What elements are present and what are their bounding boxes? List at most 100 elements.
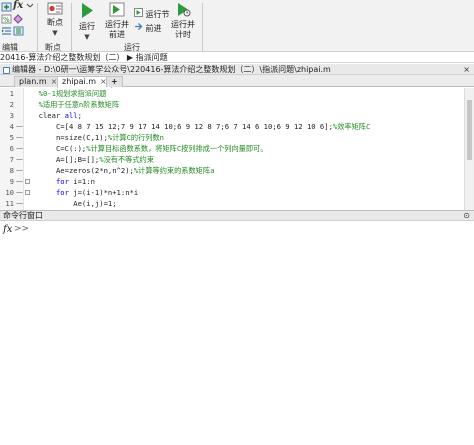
advance-label: 前进 bbox=[145, 24, 162, 33]
breakpoint-marker[interactable]: — bbox=[16, 165, 23, 176]
code-keyword: for bbox=[55, 177, 69, 186]
breakpoint-marker[interactable]: — bbox=[16, 121, 23, 132]
command-window-title: 命令行窗口 bbox=[3, 211, 43, 220]
code-comment: %效率矩阵C bbox=[332, 122, 371, 131]
panel-menu-icon[interactable]: ⊙ bbox=[463, 211, 470, 221]
insert-icon[interactable] bbox=[1, 2, 12, 12]
code-comment: %计算目标函数系数，将矩阵C按列排成一个列向量即可。 bbox=[86, 144, 268, 153]
command-window[interactable]: fx >> bbox=[0, 221, 474, 445]
code-line[interactable]: Ae(i,j)=1; bbox=[30, 198, 117, 209]
tab-label: zhipai.m bbox=[62, 77, 97, 86]
code-text: j=(i-1)*n+1:n*i bbox=[68, 188, 139, 197]
fx-prompt-icon[interactable]: fx bbox=[3, 224, 12, 235]
breakpoint-marker[interactable]: — bbox=[16, 176, 23, 187]
panel-close-icon[interactable]: × bbox=[463, 64, 470, 74]
line-number: 2 bbox=[9, 100, 14, 109]
code-comment: %计算等约束的系数矩阵a bbox=[133, 166, 215, 175]
line-number: 6 bbox=[9, 144, 14, 153]
code-text: n=size(C,1); bbox=[30, 133, 108, 142]
ribbon-separator bbox=[37, 3, 38, 51]
tab-label: plan.m bbox=[19, 77, 47, 86]
code-line[interactable]: for i=1:n bbox=[30, 176, 95, 187]
run-label: 运行 bbox=[79, 22, 95, 31]
run-and-advance-button[interactable]: 运行并 前进 bbox=[104, 2, 130, 40]
fx-icon[interactable]: fx bbox=[13, 0, 24, 11]
ribbon-separator bbox=[71, 3, 72, 51]
indent-icon[interactable] bbox=[1, 26, 12, 36]
breakpoint-marker[interactable]: — bbox=[16, 132, 23, 143]
code-comment: %计算C的行列数n bbox=[107, 133, 164, 142]
code-line[interactable]: C=C(:);%计算目标函数系数，将矩阵C按列排成一个列向量即可。 bbox=[30, 143, 267, 154]
advance-icon bbox=[135, 23, 143, 30]
code-text: Ae=zeros(2*n,n^2); bbox=[30, 166, 134, 175]
code-line[interactable]: %0-1规划求指派问题 bbox=[30, 88, 107, 99]
code-line[interactable]: for j=(i-1)*n+1:n*i bbox=[30, 187, 138, 198]
tab-zhipai-m[interactable]: zhipai.m × bbox=[57, 76, 112, 88]
breakpoint-marker[interactable]: — bbox=[16, 143, 23, 154]
run-advance-icon bbox=[109, 2, 125, 17]
comment-icon[interactable]: % bbox=[1, 14, 12, 24]
scrollbar-thumb[interactable] bbox=[467, 100, 472, 160]
run-button[interactable]: 运行 ▼ bbox=[76, 2, 98, 42]
code-area[interactable]: %0-1规划求指派问题 %适用于任意n阶系数矩阵 clear all; C=[4… bbox=[30, 88, 454, 210]
chevron-down-icon: ▼ bbox=[52, 29, 58, 37]
code-comment: %适用于任意n阶系数矩阵 bbox=[30, 100, 120, 109]
breakpoint-marker[interactable]: — bbox=[16, 198, 23, 209]
code-line[interactable]: A=[];B=[];%没有不等式约束 bbox=[30, 154, 154, 165]
code-text: i=1:n bbox=[68, 177, 95, 186]
breakpoint-marker[interactable]: — bbox=[16, 187, 23, 198]
code-keyword: all bbox=[64, 111, 78, 120]
code-text: clear bbox=[30, 111, 65, 120]
breadcrumb[interactable]: 20416-算法介绍之整数规划（二） ▶ 指派问题 bbox=[0, 52, 474, 63]
run-icon bbox=[82, 3, 93, 18]
run-and-time-button[interactable]: 运行并 计时 bbox=[170, 2, 196, 40]
editor-tab-bar: plan.m × zhipai.m × + bbox=[0, 75, 474, 88]
line-number: 7 bbox=[9, 155, 14, 164]
code-line[interactable]: clear all; bbox=[30, 110, 82, 121]
toolstrip-ribbon: fx % 编辑 断点 ▼ 断点 运行 ▼ 运行并 前进 运行节 前进 运行并 计… bbox=[0, 0, 474, 52]
editor-panel-header: 编辑器 - D:\0研一\运筹学公众号\220416-算法介绍之整数规划（二）\… bbox=[0, 64, 474, 75]
line-number: 3 bbox=[9, 111, 14, 120]
svg-text:%: % bbox=[3, 16, 10, 24]
run-section-button[interactable]: 运行节 bbox=[134, 8, 170, 20]
code-text: Ae(i,j)=1; bbox=[30, 199, 117, 208]
code-editor[interactable]: 1 2 3 4—5—6—7—8—9—10—11— %0-1规划求指派问题 %适用于任意… bbox=[0, 88, 474, 210]
new-tab-button[interactable]: + bbox=[106, 76, 123, 87]
code-text: A=[];B=[]; bbox=[30, 155, 100, 164]
find-icon[interactable] bbox=[25, 2, 36, 12]
code-text: C=[4 8 7 15 12;7 9 17 14 10;6 9 12 8 7;6… bbox=[30, 122, 333, 131]
run-advance-label: 运行并 前进 bbox=[105, 20, 129, 39]
line-number: 10 bbox=[5, 188, 14, 197]
line-number: 5 bbox=[9, 133, 14, 142]
breakpoints-button[interactable]: 断点 ▼ bbox=[42, 2, 68, 38]
code-line[interactable]: Ae=zeros(2*n,n^2);%计算等约束的系数矩阵a bbox=[30, 165, 214, 176]
line-number: 4 bbox=[9, 122, 14, 131]
editor-title: 编辑器 - D:\0研一\运筹学公众号\220416-算法介绍之整数规划（二）\… bbox=[12, 65, 331, 74]
run-time-label: 运行并 计时 bbox=[171, 20, 195, 39]
uncomment-icon[interactable] bbox=[13, 14, 24, 24]
tab-plan-m[interactable]: plan.m × bbox=[14, 76, 63, 87]
vertical-scrollbar[interactable] bbox=[464, 88, 474, 210]
code-line[interactable]: n=size(C,1);%计算C的行列数n bbox=[30, 132, 164, 143]
code-comment: %0-1规划求指派问题 bbox=[30, 89, 107, 98]
line-number: 8 bbox=[9, 166, 14, 175]
run-section-label: 运行节 bbox=[145, 10, 170, 19]
code-text: C=C(:); bbox=[30, 144, 87, 153]
run-section-icon bbox=[134, 8, 143, 17]
code-line[interactable]: C=[4 8 7 15 12;7 9 17 14 10;6 9 12 8 7;6… bbox=[30, 121, 370, 132]
advance-button[interactable]: 前进 bbox=[134, 22, 162, 34]
smart-indent-icon[interactable] bbox=[13, 26, 24, 36]
code-keyword: for bbox=[55, 188, 69, 197]
command-window-header: 命令行窗口 ⊙ bbox=[0, 210, 474, 221]
line-number: 11 bbox=[5, 199, 14, 208]
code-line[interactable]: %适用于任意n阶系数矩阵 bbox=[30, 99, 120, 110]
code-comment: %没有不等式约束 bbox=[99, 155, 154, 164]
breakpoint-marker[interactable]: — bbox=[16, 154, 23, 165]
prompt-chevrons: >> bbox=[14, 224, 30, 234]
run-time-icon bbox=[178, 3, 191, 17]
editor-icon bbox=[3, 66, 10, 74]
line-number: 1 bbox=[9, 89, 14, 98]
chevron-down-icon: ▼ bbox=[84, 33, 90, 41]
